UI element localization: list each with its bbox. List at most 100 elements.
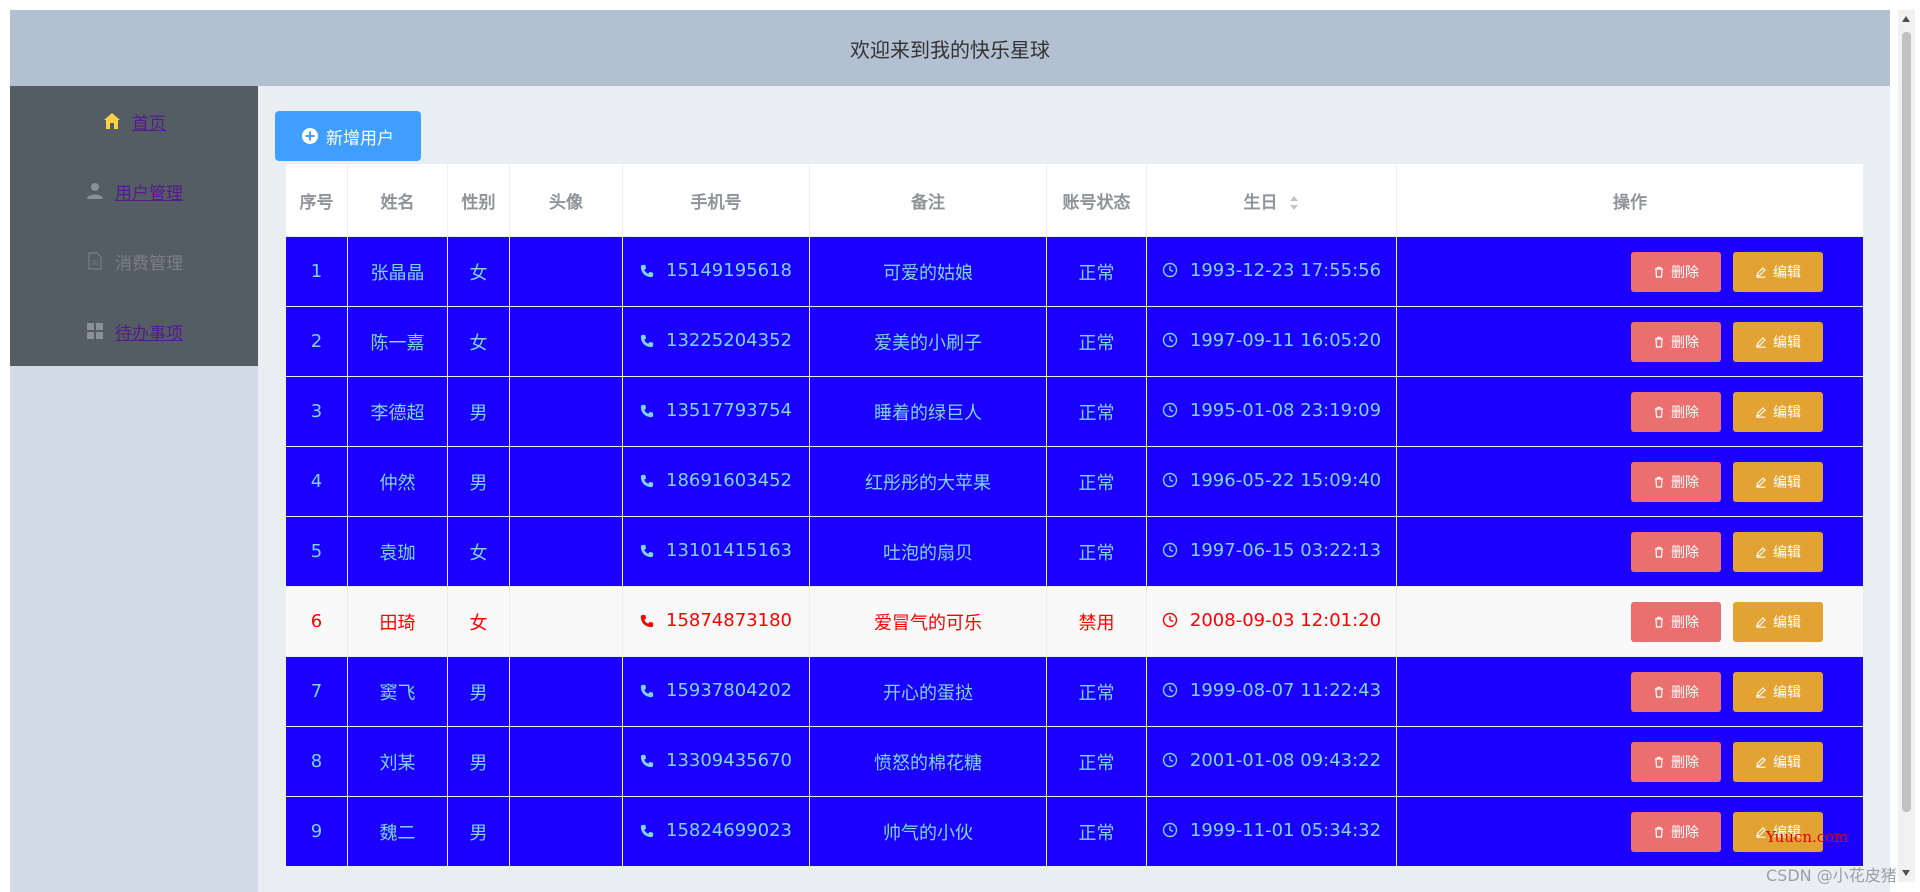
- delete-button[interactable]: 删除: [1631, 461, 1721, 502]
- phone-icon: [640, 474, 654, 487]
- birthday-value: 1999-08-07 11:22:43: [1189, 679, 1382, 701]
- delete-label: 删除: [1671, 684, 1699, 701]
- phone-value: 18691603452: [666, 470, 792, 492]
- edit-button[interactable]: 编辑: [1733, 531, 1823, 572]
- phone-icon: [640, 404, 654, 417]
- cell-avatar: [509, 236, 623, 307]
- pencil-icon: [1756, 756, 1766, 768]
- cell-phone: 13225204352: [622, 306, 810, 377]
- clock-icon: [1162, 823, 1178, 838]
- pencil-icon: [1756, 336, 1766, 348]
- clock-icon: [1162, 753, 1178, 768]
- watermark-site: Yuucn.com: [1766, 828, 1849, 846]
- cell-actions: 删除 编辑: [1396, 376, 1864, 447]
- cell-gender: 男: [447, 726, 510, 797]
- sidebar-item-users[interactable]: 用户管理: [10, 171, 258, 211]
- phone-value: 13225204352: [666, 330, 792, 352]
- cell-status: 正常: [1046, 446, 1147, 517]
- edit-button[interactable]: 编辑: [1733, 461, 1823, 502]
- table-row: 3 李德超男 13517793754 睡着的绿巨人 正常 1995-01-08 23:19…: [285, 376, 1864, 447]
- add-user-label: 新增用户: [326, 128, 394, 149]
- cell-avatar: [509, 796, 623, 867]
- delete-button[interactable]: 删除: [1631, 811, 1721, 852]
- column-header-birthday[interactable]: 生日: [1146, 163, 1397, 237]
- cell-index: 7: [285, 656, 348, 727]
- cell-index: 2: [285, 306, 348, 377]
- cell-status: 正常: [1046, 376, 1147, 447]
- sidebar-item-label: 待办事项: [115, 323, 183, 344]
- edit-button[interactable]: 编辑: [1733, 321, 1823, 362]
- scroll-down-icon[interactable]: [1902, 870, 1910, 876]
- cell-actions: 删除 编辑: [1396, 516, 1864, 587]
- trash-icon: [1655, 616, 1663, 628]
- cell-actions: 删除 编辑: [1396, 446, 1864, 517]
- vertical-scrollbar[interactable]: [1898, 10, 1915, 882]
- delete-button[interactable]: 删除: [1631, 671, 1721, 712]
- cell-gender: 女: [447, 586, 510, 657]
- cell-status: 正常: [1046, 796, 1147, 867]
- cell-phone: 18691603452: [622, 446, 810, 517]
- table-body: 1 张晶晶女 15149195618 可爱的姑娘 正常 1993-12-23 17:55:…: [285, 236, 1864, 867]
- cell-index: 4: [285, 446, 348, 517]
- column-header-phone: 手机号: [622, 163, 810, 237]
- cell-status: 禁用: [1046, 586, 1147, 657]
- cell-phone: 15824699023: [622, 796, 810, 867]
- table-row: 2 陈一嘉女 13225204352 爱美的小刷子 正常 1997-09-11 16:05…: [285, 306, 1864, 377]
- cell-note: 爱冒气的可乐: [809, 586, 1047, 657]
- delete-button[interactable]: 删除: [1631, 531, 1721, 572]
- sort-icon[interactable]: [1289, 195, 1299, 211]
- edit-button[interactable]: 编辑: [1733, 251, 1823, 292]
- cell-phone: 15149195618: [622, 236, 810, 307]
- cell-note: 吐泡的扇贝: [809, 516, 1047, 587]
- edit-label: 编辑: [1773, 754, 1801, 771]
- trash-icon: [1655, 826, 1663, 838]
- cell-gender: 男: [447, 796, 510, 867]
- birthday-value: 1995-01-08 23:19:09: [1189, 399, 1382, 421]
- sidebar-item-home[interactable]: 首页: [10, 101, 258, 141]
- pencil-icon: [1756, 616, 1766, 628]
- page-title: 欢迎来到我的快乐星球: [850, 37, 1050, 62]
- cell-name: 仲然: [347, 446, 448, 517]
- delete-button[interactable]: 删除: [1631, 741, 1721, 782]
- edit-label: 编辑: [1773, 264, 1801, 281]
- delete-button[interactable]: 删除: [1631, 391, 1721, 432]
- delete-label: 删除: [1671, 474, 1699, 491]
- column-header-status: 账号状态: [1046, 163, 1147, 237]
- table-row: 8 刘某男 13309435670 愤怒的棉花糖 正常 2001-01-08 09:43:…: [285, 726, 1864, 797]
- cell-gender: 男: [447, 376, 510, 447]
- edit-label: 编辑: [1773, 334, 1801, 351]
- phone-value: 15149195618: [666, 260, 792, 282]
- cell-note: 帅气的小伙: [809, 796, 1047, 867]
- column-header-name: 姓名: [347, 163, 448, 237]
- edit-button[interactable]: 编辑: [1733, 671, 1823, 712]
- delete-button[interactable]: 删除: [1631, 321, 1721, 362]
- cell-name: 窦飞: [347, 656, 448, 727]
- cell-avatar: [509, 656, 623, 727]
- cell-avatar: [509, 726, 623, 797]
- cell-index: 8: [285, 726, 348, 797]
- birthday-value: 1996-05-22 15:09:40: [1189, 469, 1382, 491]
- cell-actions: 删除 编辑: [1396, 306, 1864, 377]
- cell-avatar: [509, 516, 623, 587]
- sidebar-item-todo[interactable]: 待办事项: [10, 311, 258, 351]
- delete-button[interactable]: 删除: [1631, 601, 1721, 642]
- delete-label: 删除: [1671, 824, 1699, 841]
- edit-button[interactable]: 编辑: [1733, 391, 1823, 432]
- delete-label: 删除: [1671, 264, 1699, 281]
- scroll-up-icon[interactable]: [1902, 16, 1910, 22]
- phone-icon: [640, 264, 654, 277]
- sidebar-menu: 首页 用户管理 消费管理 待办事项: [10, 86, 258, 366]
- add-user-button[interactable]: 新增用户: [275, 111, 421, 161]
- phone-icon: [640, 544, 654, 557]
- birthday-value: 2001-01-08 09:43:22: [1189, 749, 1382, 771]
- edit-button[interactable]: 编辑: [1733, 741, 1823, 782]
- edit-button[interactable]: 编辑: [1733, 601, 1823, 642]
- scroll-thumb[interactable]: [1902, 32, 1911, 812]
- trash-icon: [1655, 686, 1663, 698]
- clock-icon: [1162, 403, 1178, 418]
- grid-icon: [87, 323, 103, 339]
- sidebar-item-consumption[interactable]: 消费管理: [10, 241, 258, 281]
- delete-button[interactable]: 删除: [1631, 251, 1721, 292]
- phone-value: 13517793754: [666, 400, 792, 422]
- cell-name: 陈一嘉: [347, 306, 448, 377]
